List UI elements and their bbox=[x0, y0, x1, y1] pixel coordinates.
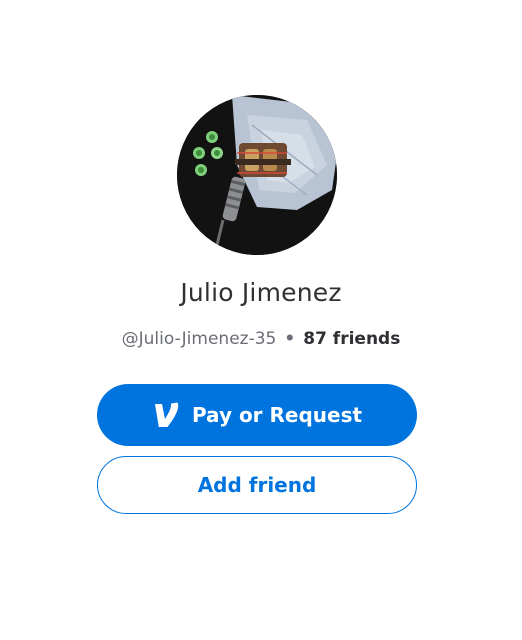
profile-username: @Julio-Jimenez-35 bbox=[121, 329, 277, 349]
profile-avatar bbox=[177, 95, 337, 255]
avatar-photo bbox=[177, 95, 337, 255]
profile-meta: @Julio-Jimenez-35 • 87 friends bbox=[0, 329, 522, 349]
add-friend-button[interactable]: Add friend bbox=[97, 456, 417, 514]
profile-name: Julio Jimenez bbox=[180, 278, 342, 307]
venmo-logo-icon bbox=[154, 402, 179, 427]
meta-separator: • bbox=[284, 329, 296, 349]
pay-or-request-button[interactable]: Pay or Request bbox=[97, 384, 417, 446]
pay-or-request-label: Pay or Request bbox=[191, 403, 363, 427]
friends-count[interactable]: 87 friends bbox=[303, 329, 400, 349]
add-friend-label: Add friend bbox=[197, 473, 317, 497]
